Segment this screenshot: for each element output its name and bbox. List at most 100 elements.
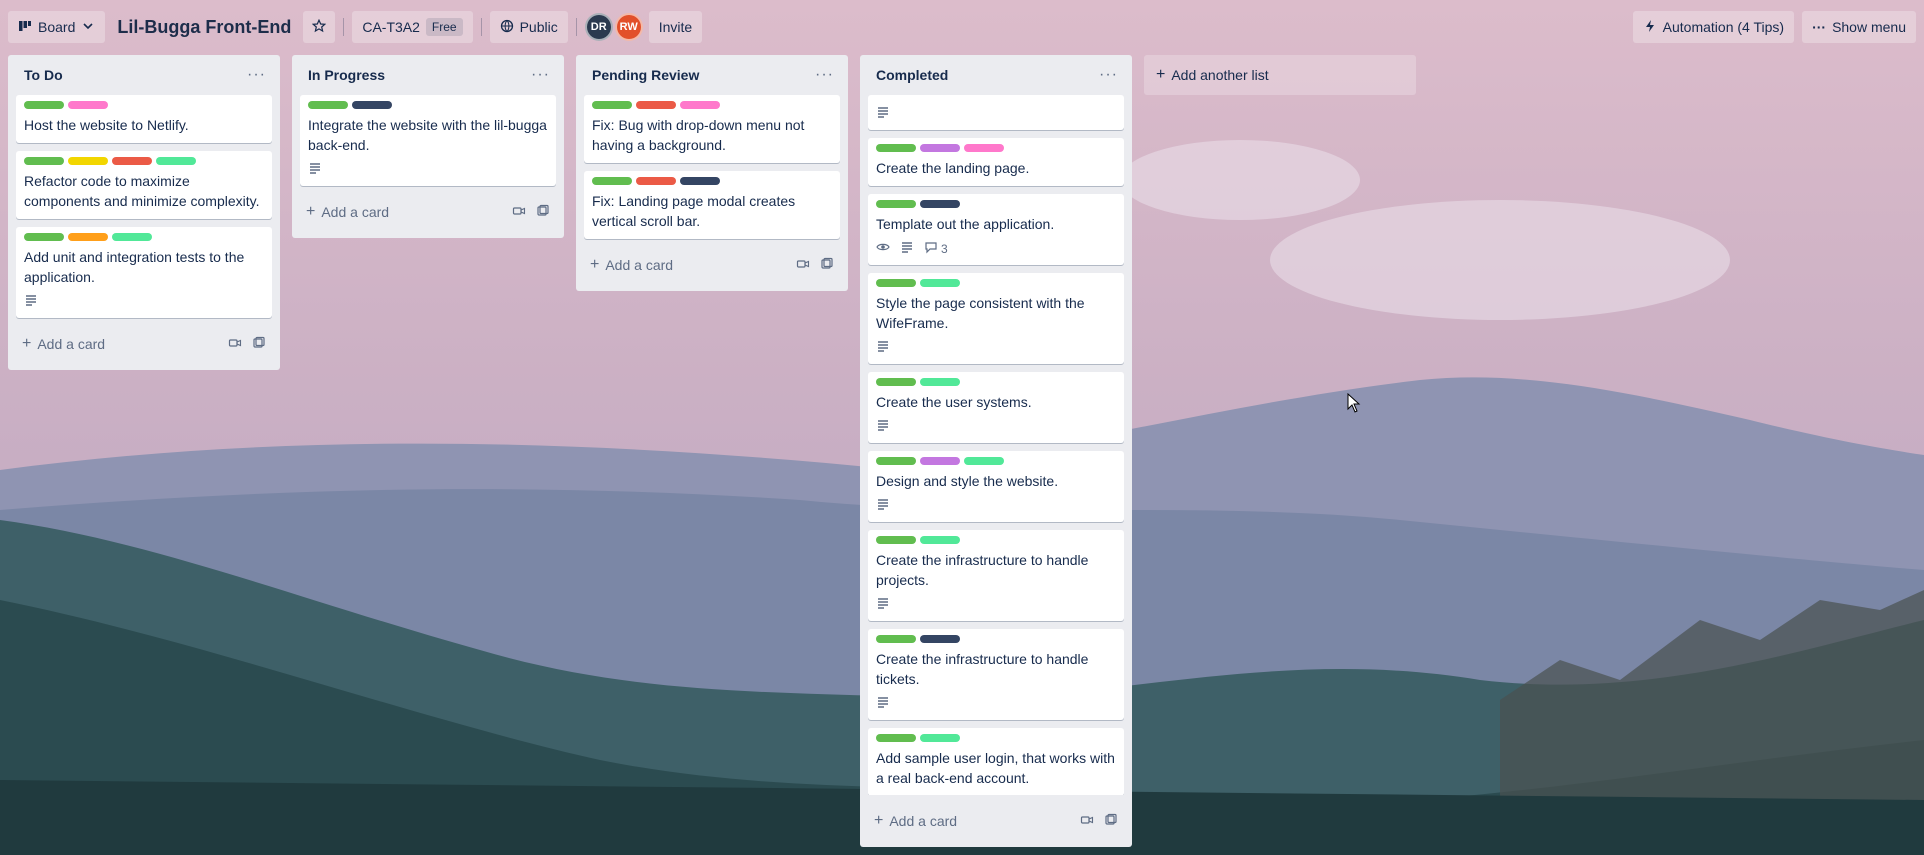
invite-button[interactable]: Invite [648,11,703,43]
workspace-button[interactable]: CA-T3A2 Free [352,11,473,43]
card-label-green[interactable] [876,734,916,742]
card-title: Fix: Bug with drop-down menu not having … [592,117,805,153]
card[interactable]: Create the user systems. [868,372,1124,443]
card-label-green[interactable] [876,279,916,287]
card-labels [24,233,264,241]
card[interactable]: Create the infrastructure to handle proj… [868,530,1124,621]
card-label-green[interactable] [876,200,916,208]
card-title: Add sample user login, that works with a… [876,750,1115,786]
card-label-red[interactable] [636,177,676,185]
card-label-navy[interactable] [920,200,960,208]
card-label-red[interactable] [112,157,152,165]
list-actions-icon[interactable]: ··· [815,66,834,84]
create-from-template-icon[interactable] [1104,813,1118,830]
plan-badge: Free [425,18,463,36]
add-card-button[interactable]: + Add a card [306,203,389,221]
automation-label: Automation (4 Tips) [1662,19,1785,35]
record-video-icon[interactable] [512,204,526,221]
list-header[interactable]: In Progress ··· [300,55,556,95]
card[interactable]: Fix: Landing page modal creates vertical… [584,171,840,239]
avatar[interactable]: RW [614,13,643,41]
list-title[interactable]: In Progress [308,67,385,83]
record-video-icon[interactable] [228,336,242,353]
card[interactable]: Add sample user login, that works with a… [868,728,1124,795]
card-label-orange[interactable] [68,233,108,241]
list-header[interactable]: Completed ··· [868,55,1124,95]
card-label-green[interactable] [876,144,916,152]
create-from-template-icon[interactable] [820,257,834,274]
card-label-pink[interactable] [964,144,1004,152]
card-label-green[interactable] [592,177,632,185]
list-actions-icon[interactable]: ··· [247,66,266,84]
star-button[interactable] [303,11,336,43]
card-label-navy[interactable] [920,635,960,643]
add-card-button[interactable]: + Add a card [874,812,957,830]
card[interactable]: Create the infrastructure to handle tick… [868,629,1124,720]
list-actions-icon[interactable]: ··· [531,66,550,84]
card-label-pink[interactable] [680,101,720,109]
card-labels [876,635,1116,643]
card-label-lime[interactable] [920,378,960,386]
record-video-icon[interactable] [796,257,810,274]
automation-button[interactable]: Automation (4 Tips) [1632,11,1795,43]
card-label-green[interactable] [24,157,64,165]
card-label-lime[interactable] [920,536,960,544]
card-label-lime[interactable] [156,157,196,165]
card-label-lime[interactable] [920,279,960,287]
add-another-list-button[interactable]: + Add another list [1144,55,1416,95]
card-title: Design and style the website. [876,473,1059,489]
card-label-green[interactable] [876,536,916,544]
card-label-purple[interactable] [920,144,960,152]
card[interactable]: Fix: Bug with drop-down menu not having … [584,95,840,163]
card-label-lime[interactable] [920,734,960,742]
card-label-green[interactable] [876,635,916,643]
card-label-yellow[interactable] [68,157,108,165]
description-icon [876,695,890,712]
card-label-green[interactable] [24,101,64,109]
board-title[interactable]: Lil-Bugga Front-End [105,17,303,38]
card[interactable]: Template out the application. 3 [868,194,1124,265]
card[interactable]: Host the website to Netlify. [16,95,272,143]
card-label-green[interactable] [876,378,916,386]
add-card-button[interactable]: + Add a card [22,335,105,353]
list-completed: Completed ··· Create the landing page. Temp… [860,55,1132,847]
record-video-icon[interactable] [1080,813,1094,830]
card[interactable]: Design and style the website. [868,451,1124,522]
card-label-navy[interactable] [352,101,392,109]
card[interactable]: Create the landing page. [868,138,1124,186]
card-label-green[interactable] [308,101,348,109]
card-label-purple[interactable] [920,457,960,465]
card-list: Integrate the website with the lil-bugga… [300,95,556,186]
list-title[interactable]: Completed [876,67,948,83]
card-label-green[interactable] [876,457,916,465]
card[interactable] [868,95,1124,130]
card-label-navy[interactable] [680,177,720,185]
card[interactable]: Add unit and integration tests to the ap… [16,227,272,318]
visibility-button[interactable]: Public [489,11,568,43]
card-label-red[interactable] [636,101,676,109]
create-from-template-icon[interactable] [536,204,550,221]
list-title[interactable]: Pending Review [592,67,699,83]
card-label-green[interactable] [24,233,64,241]
list-header[interactable]: Pending Review ··· [584,55,840,95]
show-menu-button[interactable]: ··· Show menu [1802,11,1916,43]
card-labels [592,177,832,185]
card-label-green[interactable] [592,101,632,109]
card-labels [876,378,1116,386]
card-label-pink[interactable] [68,101,108,109]
add-card-button[interactable]: + Add a card [590,256,673,274]
create-from-template-icon[interactable] [252,336,266,353]
board-view-switcher[interactable]: Board [8,11,106,43]
card[interactable]: Style the page consistent with the WifeF… [868,273,1124,364]
list-actions-icon[interactable]: ··· [1099,66,1118,84]
list-header[interactable]: To Do ··· [16,55,272,95]
card-label-lime[interactable] [964,457,1004,465]
card-label-lime[interactable] [112,233,152,241]
card[interactable]: Refactor code to maximize components and… [16,151,272,219]
card[interactable]: Integrate the website with the lil-bugga… [300,95,556,186]
card-labels [876,734,1116,742]
avatar[interactable]: DR [584,13,613,41]
list-title[interactable]: To Do [24,67,63,83]
card-labels [24,157,264,165]
add-list-label: Add another list [1171,67,1269,83]
